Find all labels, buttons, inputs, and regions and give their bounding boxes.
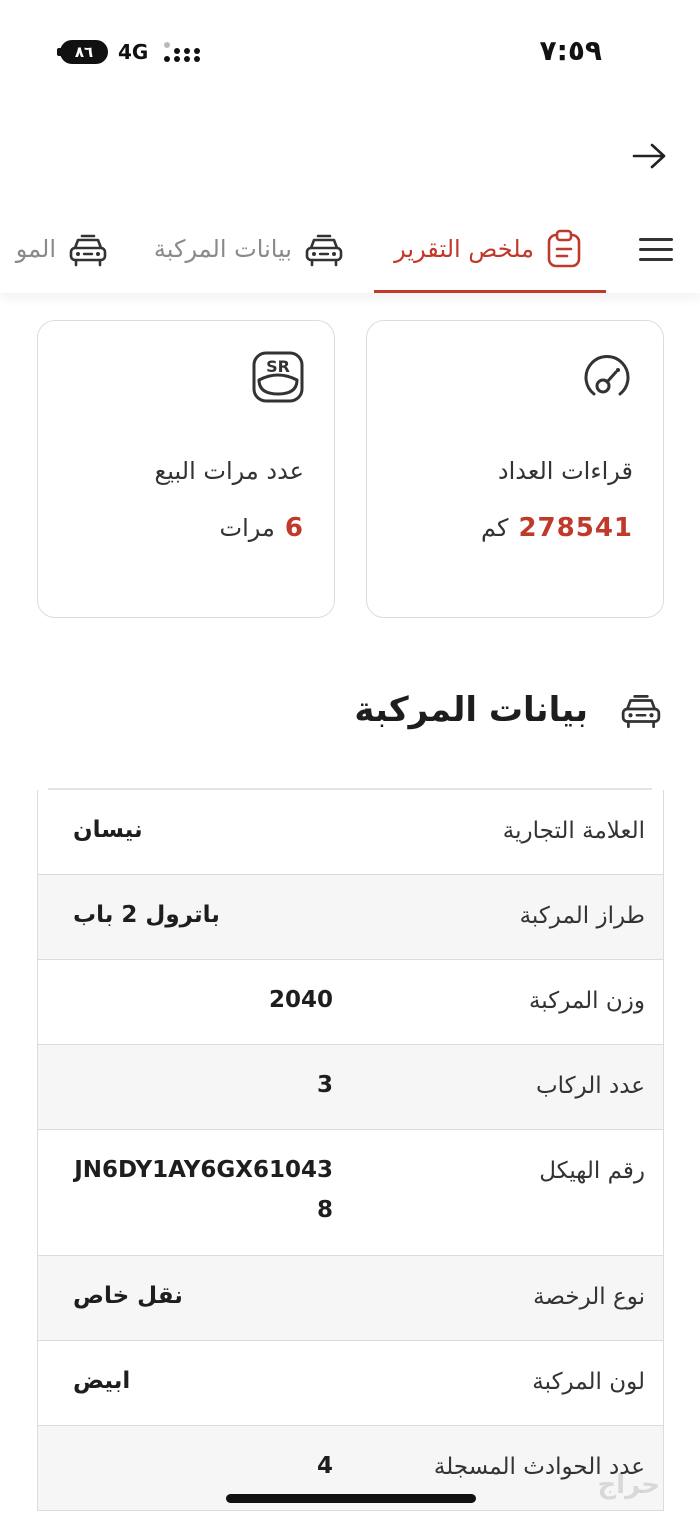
car-icon xyxy=(69,234,107,267)
table-row: عدد الركاب 3 xyxy=(38,1045,663,1130)
row-label: لون المركبة xyxy=(532,1369,645,1395)
menu-icon-line xyxy=(639,247,673,251)
watermark-logo: حراج xyxy=(597,1470,660,1500)
sr-badge-text: SR xyxy=(266,357,290,376)
odometer-card: قراءات العداد 278541 كم xyxy=(366,320,664,618)
row-value: 4 xyxy=(316,1453,333,1479)
tab-label: ملخص التقرير xyxy=(394,235,534,263)
signal-icon xyxy=(164,42,204,64)
card-value-line: 6 مرات xyxy=(220,513,304,543)
clock: ٧:٥٩ xyxy=(539,34,602,67)
sales-count-value: 6 xyxy=(284,513,304,543)
status-bar: ٨٦ 4G ٧:٥٩ xyxy=(0,0,700,100)
clipboard-icon xyxy=(547,229,581,268)
car-icon xyxy=(305,234,343,267)
back-button[interactable] xyxy=(630,136,670,176)
row-label: نوع الرخصة xyxy=(533,1284,645,1310)
card-icon-wrap: SR xyxy=(250,349,306,405)
tab-vehicle-data[interactable]: بيانات المركبة xyxy=(154,205,344,293)
tab-report-summary[interactable]: ملخص التقرير xyxy=(374,205,606,293)
tab-label: المو xyxy=(15,235,56,263)
gauge-icon xyxy=(584,355,630,396)
sales-count-unit: مرات xyxy=(219,514,275,542)
odometer-unit: كم xyxy=(481,514,509,542)
row-value: نيسان xyxy=(73,817,143,843)
car-icon xyxy=(621,694,661,729)
vehicle-data-table: العلامة التجارية نيسان طراز المركبة باتر… xyxy=(37,790,664,1511)
sales-count-card: SR عدد مرات البيع 6 مرات xyxy=(37,320,335,618)
menu-icon-line xyxy=(639,257,673,261)
tab-next[interactable]: المو xyxy=(16,205,108,293)
table-row: رقم الهيكل JN6DY1AY6GX610438 xyxy=(38,1130,663,1256)
menu-icon-line xyxy=(639,237,673,241)
card-icon-wrap xyxy=(579,349,635,405)
home-indicator[interactable] xyxy=(226,1494,476,1503)
row-label: طراز المركبة xyxy=(519,903,645,929)
row-value: ابيض xyxy=(73,1368,131,1394)
vehicle-data-section-header: بيانات المركبة xyxy=(354,680,662,740)
card-value-line: 278541 كم xyxy=(481,513,633,543)
row-value: باترول 2 باب xyxy=(73,902,220,928)
row-value: JN6DY1AY6GX610438 xyxy=(74,1157,333,1223)
tab-label: بيانات المركبة xyxy=(153,235,292,263)
row-value: 2040 xyxy=(268,987,333,1013)
card-title: عدد مرات البيع xyxy=(154,457,304,485)
table-row: العلامة التجارية نيسان xyxy=(38,790,663,875)
row-value: 3 xyxy=(316,1072,333,1098)
battery-indicator: ٨٦ xyxy=(57,40,108,64)
row-label: وزن المركبة xyxy=(528,988,645,1014)
card-title: قراءات العداد xyxy=(497,457,633,485)
network-type: 4G xyxy=(118,40,149,64)
back-arrow-icon xyxy=(632,143,666,169)
odometer-value: 278541 xyxy=(518,513,633,543)
menu-button[interactable] xyxy=(636,229,676,269)
section-title: بيانات المركبة xyxy=(354,690,588,730)
table-row: طراز المركبة باترول 2 باب xyxy=(38,875,663,960)
tabs-bar: ملخص التقرير بيانات المركبة المو xyxy=(0,205,700,293)
row-label: رقم الهيكل xyxy=(539,1158,645,1184)
sr-badge-icon: SR xyxy=(252,351,304,403)
row-value: نقل خاص xyxy=(73,1283,183,1309)
row-label: عدد الركاب xyxy=(535,1073,645,1099)
row-label: العلامة التجارية xyxy=(502,818,645,844)
table-row: وزن المركبة 2040 xyxy=(38,960,663,1045)
page: ٨٦ 4G ٧:٥٩ ملخص التقرير بيانات المركبة ا… xyxy=(0,0,700,1518)
table-row: لون المركبة ابيض xyxy=(38,1341,663,1426)
table-row: نوع الرخصة نقل خاص xyxy=(38,1256,663,1341)
